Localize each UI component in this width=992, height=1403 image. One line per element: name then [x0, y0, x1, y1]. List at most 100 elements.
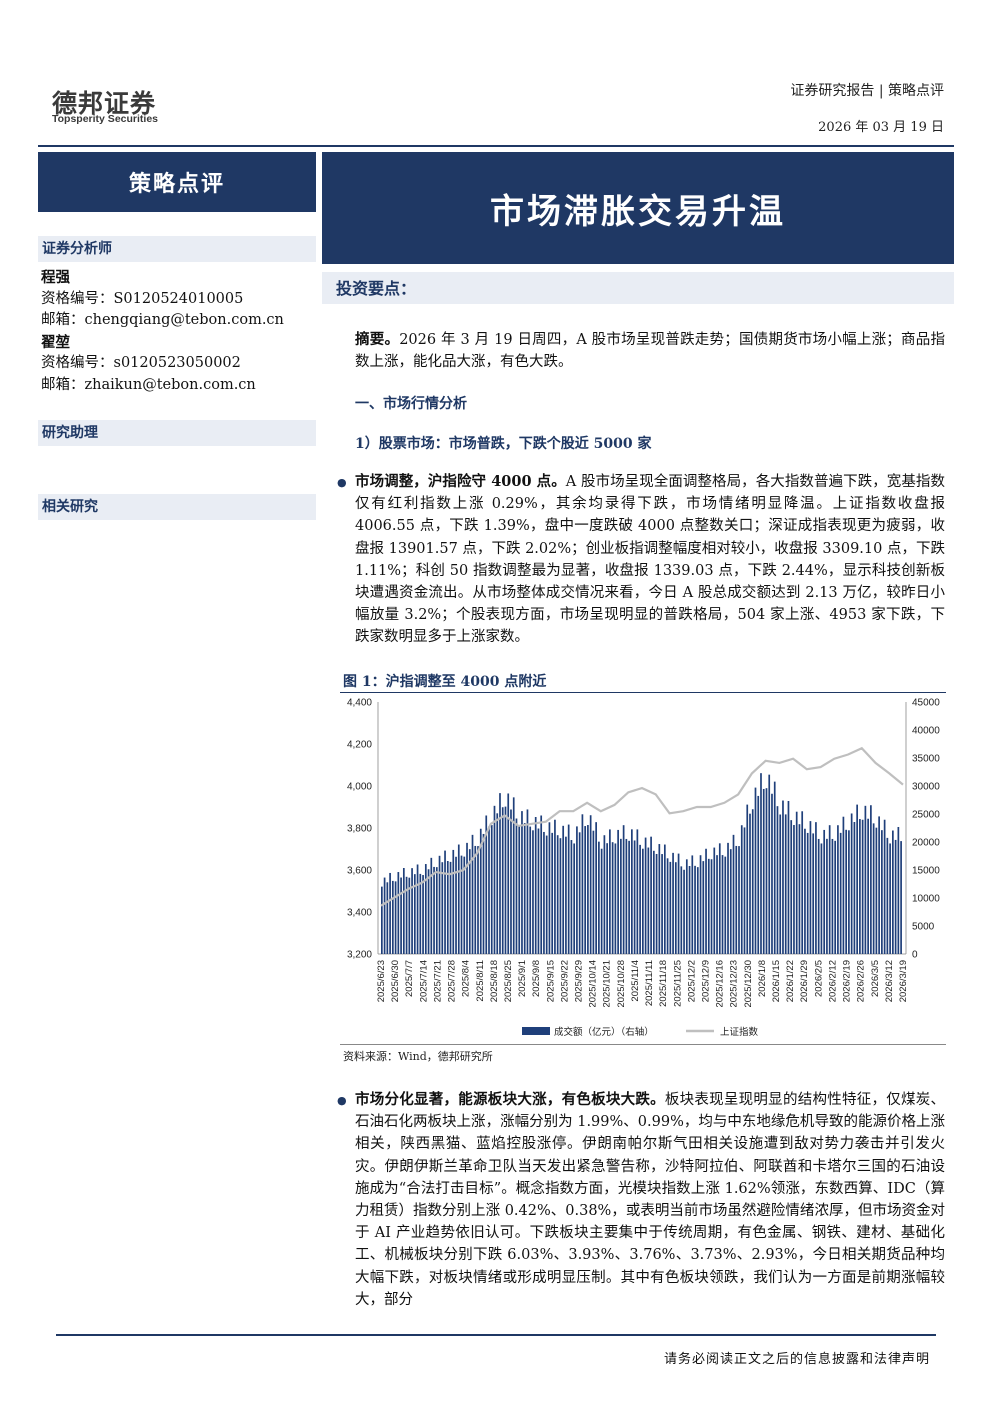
volume-bar: [661, 854, 663, 954]
volume-bar: [600, 848, 603, 954]
volume-bar: [771, 793, 773, 954]
volume-bar: [620, 838, 622, 954]
volume-bar: [474, 845, 477, 954]
volume-bar: [848, 830, 850, 954]
volume-bar: [663, 844, 666, 954]
x-tick-label: 2025/9/8: [531, 960, 542, 997]
volume-bar: [587, 825, 589, 954]
volume-bar: [576, 826, 578, 954]
volume-bar: [782, 800, 784, 954]
volume-bar: [381, 886, 383, 954]
volume-bar: [740, 825, 743, 954]
volume-bar: [674, 862, 677, 954]
x-tick-label: 2025/6/30: [390, 960, 401, 1002]
figure-divider: [340, 692, 946, 693]
volume-bar: [696, 867, 699, 954]
volume-bar: [806, 832, 809, 954]
volume-bar: [886, 837, 889, 954]
y-right-tick-label: 20000: [912, 838, 940, 849]
volume-bar: [430, 857, 433, 954]
volume-bar: [815, 822, 817, 954]
volume-bar: [867, 818, 869, 954]
report-title: 市场滞胀交易升温: [322, 152, 954, 264]
bullet-icon: ●: [337, 476, 347, 489]
volume-bar: [419, 873, 422, 954]
volume-bar: [457, 844, 460, 954]
volume-bar: [631, 829, 633, 954]
volume-bar: [628, 840, 630, 954]
volume-bar: [521, 811, 523, 954]
volume-bar: [889, 843, 891, 954]
volume-bar: [488, 826, 490, 954]
volume-bar: [669, 861, 672, 954]
volume-bar: [611, 842, 614, 954]
section-heading: 一、市场行情分析: [355, 396, 467, 412]
volume-bar: [625, 838, 628, 954]
volume-bar: [424, 864, 427, 954]
paragraph-text: A 股市场呈现全面调整格局，各大指数普遍下跌，宽基指数仅有红利指数上涨 0.29…: [355, 474, 945, 646]
volume-bar: [804, 828, 806, 954]
volume-bar: [699, 855, 702, 954]
subsection-heading: 1）股票市场：市场普跌，下跌个股近 5000 家: [355, 436, 652, 452]
volume-bar: [584, 826, 587, 954]
x-tick-label: 2025/11/18: [658, 960, 669, 1007]
y-left-tick-label: 4,000: [347, 782, 372, 793]
x-tick-label: 2026/2/19: [842, 960, 853, 1002]
volume-bar: [900, 841, 902, 954]
analyst-name: 翟堃: [41, 333, 70, 351]
volume-bar: [482, 833, 485, 954]
volume-bar: [839, 832, 842, 954]
volume-bar: [743, 827, 746, 954]
analyst-email[interactable]: 邮箱：zhaikun@tebon.com.cn: [41, 375, 284, 397]
volume-bar: [598, 841, 600, 954]
volume-bar: [716, 855, 718, 954]
analyst-info: 程强 资格编号：S0120524010005 邮箱：chengqiang@teb…: [41, 267, 284, 396]
x-tick-label: 2025/7/21: [432, 960, 443, 1002]
volume-bar: [817, 838, 820, 954]
volume-bar: [463, 856, 466, 954]
volume-bar: [545, 835, 548, 954]
volume-bar: [397, 872, 400, 954]
volume-bar: [680, 866, 683, 954]
volume-bar: [790, 820, 793, 954]
volume-bar: [471, 834, 474, 954]
report-type: 证券研究报告 | 策略点评: [790, 83, 944, 99]
volume-bar: [729, 849, 732, 954]
volume-bar: [400, 877, 402, 954]
volume-bar: [496, 813, 499, 954]
volume-bar: [768, 774, 771, 954]
x-tick-label: 2025/7/28: [447, 960, 458, 1002]
y-right-tick-label: 45000: [912, 698, 940, 709]
volume-bar: [389, 872, 391, 954]
volume-bar: [688, 866, 691, 954]
analyst-cert: 资格编号：s0120523050002: [41, 355, 241, 371]
analyst-heading: 证券分析师: [38, 236, 316, 262]
volume-bar: [834, 840, 837, 954]
volume-bar: [757, 795, 760, 954]
volume-bar: [666, 858, 669, 954]
y-right-tick-label: 5000: [912, 922, 935, 933]
volume-bar: [394, 881, 397, 954]
volume-bar: [897, 826, 900, 954]
volume-bar: [433, 866, 435, 954]
analyst-email[interactable]: 邮箱：chengqiang@tebon.com.cn: [41, 310, 284, 332]
volume-bar: [812, 833, 815, 954]
paragraph-lead: 市场调整，沪指险守 4000 点。: [355, 473, 566, 490]
company-logo-en: Topsperity Securities: [52, 113, 159, 125]
volume-bar: [749, 813, 751, 954]
volume-bar: [449, 861, 452, 954]
x-tick-label: 2026/1/22: [785, 960, 796, 1002]
x-tick-label: 2025/10/14: [588, 960, 599, 1008]
volume-bar: [828, 825, 831, 954]
volume-bar: [762, 788, 765, 954]
volume-bar: [636, 829, 639, 954]
volume-bar: [526, 809, 529, 954]
volume-bar: [592, 830, 595, 954]
volume-bar: [617, 829, 619, 954]
volume-bar: [567, 824, 570, 954]
volume-bar: [864, 805, 867, 954]
volume-bar: [776, 806, 779, 954]
volume-bar: [644, 837, 647, 954]
volume-bar: [784, 814, 787, 954]
y-left-tick-label: 3,400: [347, 908, 372, 919]
